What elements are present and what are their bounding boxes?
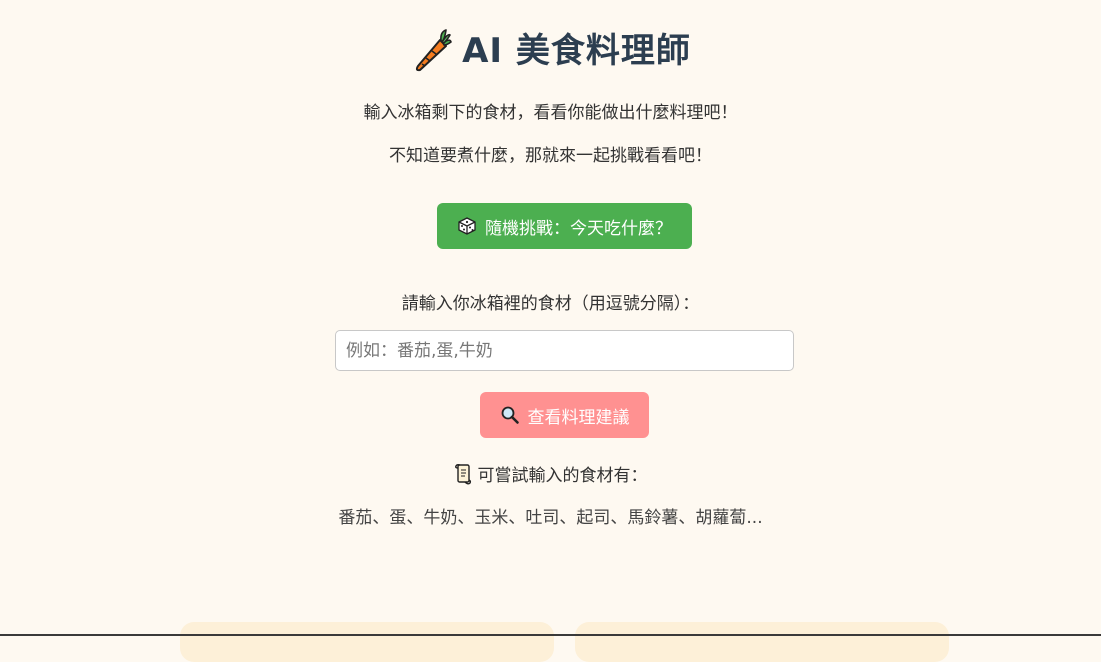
ingredient-input[interactable] bbox=[335, 330, 794, 371]
ingredient-list: 番茄、蛋、牛奶、玉米、吐司、起司、馬鈴薯、胡蘿蔔... bbox=[338, 508, 763, 528]
hint-label: 可嘗試輸入的食材有： bbox=[477, 466, 648, 486]
random-challenge-button[interactable]: 隨機挑戰：今天吃什麼？ bbox=[437, 203, 692, 249]
magnifier-icon bbox=[501, 406, 519, 424]
view-suggestions-button[interactable]: 查看料理建議 bbox=[480, 392, 649, 438]
random-challenge-label: 隨機挑戰：今天吃什麼？ bbox=[485, 218, 672, 239]
intro-subtext: 不知道要煮什麼，那就來一起挑戰看看吧！ bbox=[389, 146, 712, 166]
dice-icon bbox=[458, 217, 476, 235]
carrot-icon bbox=[415, 29, 452, 72]
scroll-icon bbox=[454, 463, 471, 484]
recipe-card bbox=[575, 622, 949, 662]
recipe-card bbox=[180, 622, 554, 662]
intro-text: 輸入冰箱剩下的食材，看看你能做出什麼料理吧！ bbox=[363, 103, 738, 123]
view-suggestions-label: 查看料理建議 bbox=[527, 407, 630, 428]
ingredient-prompt: 請輸入你冰箱裡的食材（用逗號分隔）： bbox=[401, 294, 700, 314]
header: AI 美食料理師 bbox=[0, 28, 1101, 74]
page-title: AI 美食料理師 bbox=[462, 31, 691, 71]
page: AI 美食料理師 輸入冰箱剩下的食材，看看你能做出什麼料理吧！ 不知道要煮什麼，… bbox=[0, 0, 1101, 662]
ingredient-hint: 可嘗試輸入的食材有： bbox=[0, 461, 1101, 486]
